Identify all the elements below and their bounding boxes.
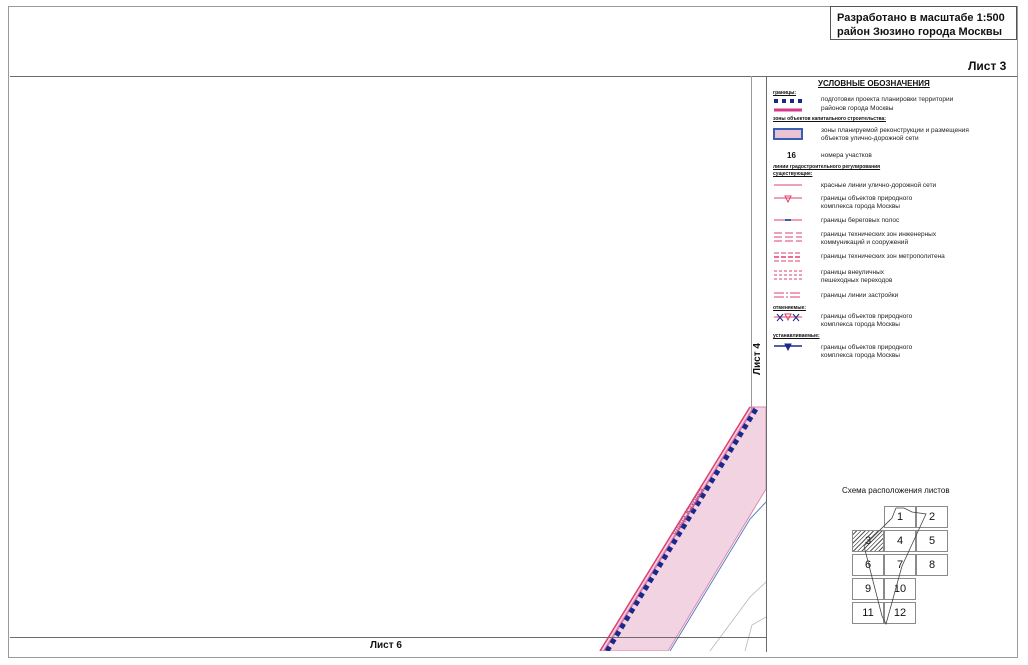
legend-section-borders: границы: <box>773 90 797 96</box>
legend-item-tech-1: границы технических зон инженерных <box>821 231 937 238</box>
legend-item-nature-1: границы объектов природного <box>821 195 913 202</box>
title-block: Разработано в масштабе 1:500 район Зюзин… <box>830 6 1017 40</box>
parcel-line <box>744 616 766 651</box>
legend-symbol-metro <box>774 252 802 262</box>
legend-symbol-pedestrian <box>774 270 802 280</box>
legend-section-regulation: линии градостроительного регулирования <box>773 164 881 170</box>
legend-item-plot-numbers: номера участков <box>821 152 872 159</box>
legend-symbol-reconstruction <box>773 128 803 140</box>
legend-item-project: подготовки проекта планировки территории <box>821 96 954 103</box>
sheet-current-label: Лист 3 <box>968 59 1007 73</box>
legend-item-tech-2: коммуникаций и сооружений <box>821 239 909 246</box>
legend-item-reconstruction-2: объектов улично-дорожной сети <box>821 135 919 142</box>
legend-symbol-nature <box>774 195 802 204</box>
map-legend-divider <box>766 76 767 652</box>
sheet-bottom-label: Лист 6 <box>370 640 402 651</box>
legend-item-nature-2: комплекса города Москвы <box>821 203 900 210</box>
legend-item-cancelled-2: комплекса города Москвы <box>821 321 900 328</box>
legend-item-established-1: границы объектов природного <box>821 344 913 351</box>
legend-item-pedestrian-1: границы внеуличных <box>821 269 885 276</box>
sheet-right-label: Лист 4 <box>752 343 763 375</box>
title-scale: Разработано в масштабе 1:500 <box>837 12 1005 24</box>
legend-item-established-2: комплекса города Москвы <box>821 352 900 359</box>
reconstruction-zone <box>599 406 766 651</box>
legend-item-districts: районов города Москвы <box>821 105 894 112</box>
legend-symbol-tech <box>774 232 802 242</box>
legend-symbol-shore <box>774 219 802 221</box>
legend-title: УСЛОВНЫЕ ОБОЗНАЧЕНИЯ <box>818 79 930 88</box>
scheme-territory-outline <box>863 507 927 626</box>
legend-symbol-cancelled <box>774 313 802 322</box>
legend-item-shore: границы береговых полос <box>821 217 900 224</box>
map-canvas <box>599 406 766 651</box>
legend-symbol-districts <box>774 108 802 112</box>
legend-symbol-project <box>774 99 802 103</box>
legend-section-cancelled: отменяемые: <box>773 305 806 311</box>
legend-item-cancelled-1: границы объектов природного <box>821 313 913 320</box>
legend-symbol-building <box>774 292 802 298</box>
legend-item-metro: границы технических зон метрополитена <box>821 253 945 260</box>
legend-plot-number-sample: 16 <box>787 151 796 160</box>
legend-section-zones: зоны объектов капитального строительства… <box>773 116 886 122</box>
legend-item-pedestrian-2: пешеходных переходов <box>821 277 893 284</box>
title-district: район Зюзино города Москвы <box>837 26 1003 38</box>
legend-item-building: границы линии застройки <box>821 292 899 299</box>
sheet-scheme: 1 2 3 4 5 6 7 8 9 10 11 12 <box>852 506 952 626</box>
legend-item-red-lines: красные линии улично-дорожной сети <box>821 182 937 189</box>
legend-symbol-red-lines <box>774 184 802 186</box>
legend-section-established: устанавливаемые: <box>773 333 820 339</box>
scheme-title: Схема расположения листов <box>842 486 950 495</box>
parcel-line <box>709 581 766 651</box>
legend-item-reconstruction-1: зоны планируемой реконструкции и размеще… <box>821 127 969 134</box>
legend-section-existing: существующие: <box>773 171 813 177</box>
sheet6-divider <box>10 637 766 638</box>
map-area[interactable]: улица Каховка <box>10 77 766 651</box>
legend-symbol-established <box>774 343 802 352</box>
